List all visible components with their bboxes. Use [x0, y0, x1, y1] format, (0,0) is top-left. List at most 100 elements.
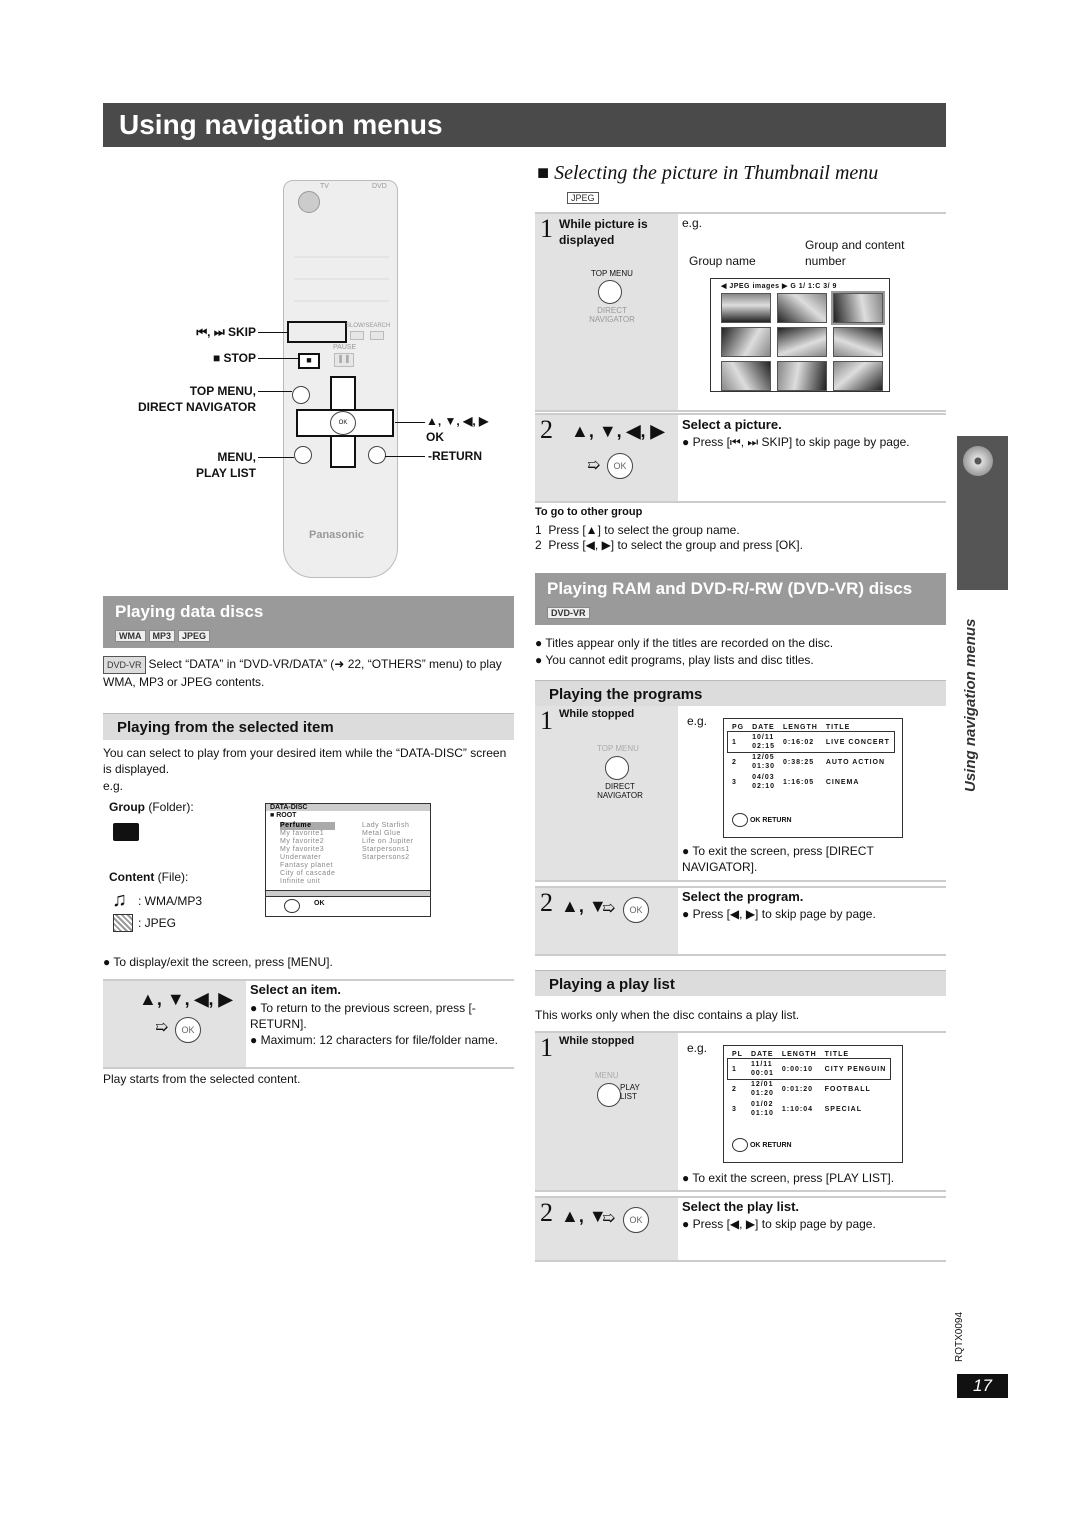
list-item[interactable]: My favorite2 [280, 838, 335, 846]
play-list-screen: PL DATE LENGTH TITLE 1 11/11 00:01 0:00:10 CITY… [723, 1045, 903, 1163]
list-item[interactable]: Underwater [280, 854, 335, 862]
thumbnail-step-1: 1 While picture is displayed TOP MENU DI… [535, 212, 946, 412]
side-label: Using navigation menus [962, 618, 979, 792]
other-group-steps: 1 Press [▲] to select the group name. 2 … [535, 523, 803, 552]
table-row[interactable]: 2 12/01 01:20 0:01:20 FOOTBALL [728, 1079, 890, 1099]
music-note-icon: ♫ [112, 889, 127, 911]
root-folder: ■ ROOT [270, 812, 297, 819]
label-top-menu: TOP MENU, [189, 384, 256, 398]
list-item[interactable]: My favorite1 [280, 830, 335, 838]
ok-button-icon: OK [623, 897, 649, 923]
table-cell: 2 [732, 1085, 737, 1093]
table-row[interactable]: 3 01/02 01:10 1:10:04 SPECIAL [728, 1099, 890, 1119]
thumbnail-image [777, 293, 827, 323]
programs-step-2: 2 ▲, ▼ ➯ OK Select the program. ● Press … [535, 886, 946, 956]
section-playing-programs: Playing the programs [535, 680, 946, 706]
table-header: PL DATE LENGTH TITLE [728, 1050, 890, 1059]
page-number: 17 [957, 1374, 1008, 1398]
exit-note: ● To exit the screen, press [PLAY LIST]. [682, 1171, 895, 1185]
jpeg-label: : JPEG [138, 916, 177, 930]
column-header: LENGTH [781, 1051, 817, 1058]
group-content-callout: Group and content number [805, 238, 905, 268]
column-header: PG [732, 724, 745, 731]
table-cell: 0:38:25 [783, 758, 815, 766]
table-cell: CINEMA [825, 778, 860, 786]
thumbnail-header: ◀ JPEG images ▶ G 1/ 1:C 3/ 9 [721, 283, 837, 290]
step-title: Select the play list. [682, 1199, 800, 1214]
list-item[interactable]: My favorite3 [280, 846, 335, 854]
table-cell: 1:16:05 [783, 778, 815, 786]
list-item[interactable]: Metal Glue [362, 830, 413, 838]
top-menu-button [292, 386, 310, 404]
table-cell: 1 [732, 1065, 737, 1073]
badge-dvd-vr: DVD-VR [103, 656, 146, 674]
hand-arrow-icon: ➯ [155, 1019, 169, 1036]
thumbnail-image [777, 361, 827, 391]
table-cell: 10/11 02:15 [752, 734, 776, 750]
table-cell: 2 [732, 758, 737, 766]
list-item[interactable]: Life on Jupiter [362, 838, 413, 846]
ok-button: OK [330, 411, 356, 435]
eg-label: e.g. [103, 779, 124, 793]
list-item[interactable]: Lady Starfish [362, 822, 413, 830]
step-bullet: ● Press [◀, ▶] to skip page by page. [682, 1217, 876, 1231]
list-item[interactable]: Fantasy planet [280, 862, 335, 870]
display-exit-note: ● To display/exit the screen, press [MEN… [103, 955, 333, 969]
label-menu: MENU, [217, 450, 256, 464]
arrow-keys-label: ▲, ▼ [561, 896, 607, 916]
column-header: PL [732, 1051, 743, 1058]
badge-jpeg: JPEG [567, 192, 599, 204]
skip-buttons [287, 321, 347, 343]
programs-step-1: 1 While stopped TOP MENU DIRECT NAVIGATO… [535, 706, 946, 882]
thumbnail-image [721, 327, 771, 357]
table-cell: FOOTBALL [824, 1085, 871, 1093]
playlist-step-1: 1 While stopped MENU PLAY LIST e.g. PL DA… [535, 1031, 946, 1192]
column-header: DATE [752, 724, 775, 731]
list-item[interactable]: Starpersons2 [362, 854, 413, 862]
step-condition: While stopped [559, 708, 635, 720]
section-playing-from-selected-item: Playing from the selected item [103, 713, 514, 740]
step-bullet: ● Press [◀, ▶] to skip page by page. [682, 907, 876, 921]
screen-controls: OK RETURN [732, 1138, 792, 1152]
direct-navigator-key-label: DIRECT NAVIGATOR [597, 782, 643, 800]
table-cell: 0:01:20 [781, 1085, 813, 1093]
step-condition: While stopped [559, 1035, 635, 1047]
label-skip: ⏮, ⏭ SKIP [196, 325, 256, 339]
play-list-button-icon [597, 1083, 621, 1107]
column-header: DATE [750, 1051, 774, 1058]
list-item[interactable]: City of cascade [280, 870, 335, 878]
step-title: Select a picture. [682, 417, 782, 432]
label-direct-navigator: DIRECT NAVIGATOR [137, 400, 256, 414]
badge-dvd-vr: DVD-VR [547, 607, 590, 619]
list-item[interactable]: Starpersons1 [362, 846, 413, 854]
hand-arrow-icon: ➯ [602, 900, 616, 917]
table-cell: 0:16:02 [783, 738, 815, 746]
list-item-selected[interactable]: Perfume [280, 822, 336, 830]
table-row[interactable]: 1 10/11 02:15 0:16:02 LIVE CONCERT [727, 731, 895, 753]
table-cell: CITY PENGUIN [824, 1065, 887, 1073]
table-cell: 0:00:10 [781, 1065, 813, 1073]
group-folder-label: Group (Folder): [109, 800, 194, 814]
play-starts-note: Play starts from the selected content. [103, 1072, 301, 1086]
step-bullet: ● Press [⏮, ⏭ SKIP] to skip page by page… [682, 435, 910, 449]
other-group-title: To go to other group [535, 506, 643, 518]
group-name-callout: Group name [689, 254, 756, 268]
label-ok: OK [426, 430, 444, 444]
table-row[interactable]: 1 11/11 00:01 0:00:10 CITY PENGUIN [726, 1058, 892, 1080]
eg-label: e.g. [682, 216, 703, 230]
slow-search-key-label: SLOW/SEARCH [346, 323, 391, 329]
menu-button [294, 446, 312, 464]
thumbnail-step-2: 2 ▲, ▼, ◀, ▶ ➯ OK Select a picture. ● Pr… [535, 413, 946, 503]
disc-icon [963, 446, 993, 476]
exit-note: ● To exit the screen, press [DIRECT NAVI… [682, 844, 874, 874]
list-item[interactable]: Infinite unit [280, 878, 335, 886]
arrow-keys-label: ▲, ▼, ◀, ▶ [571, 421, 665, 441]
table-cell: SPECIAL [824, 1105, 862, 1113]
table-row[interactable]: 2 12/05 01:30 0:38:25 AUTO ACTION [728, 752, 894, 772]
table-row[interactable]: 3 04/03 02:10 1:16:05 CINEMA [728, 772, 894, 792]
arrow-keys-label: ▲, ▼, ◀, ▶ [139, 989, 233, 1009]
step-bullets: ● To return to the previous screen, pres… [250, 1001, 499, 1047]
direct-navigator-key-label: DIRECT NAVIGATOR [589, 306, 635, 324]
program-list-screen: PG DATE LENGTH TITLE 1 10/11 02:15 0:16:02 LIVE… [723, 718, 903, 838]
step-title: Select an item. [250, 982, 342, 997]
